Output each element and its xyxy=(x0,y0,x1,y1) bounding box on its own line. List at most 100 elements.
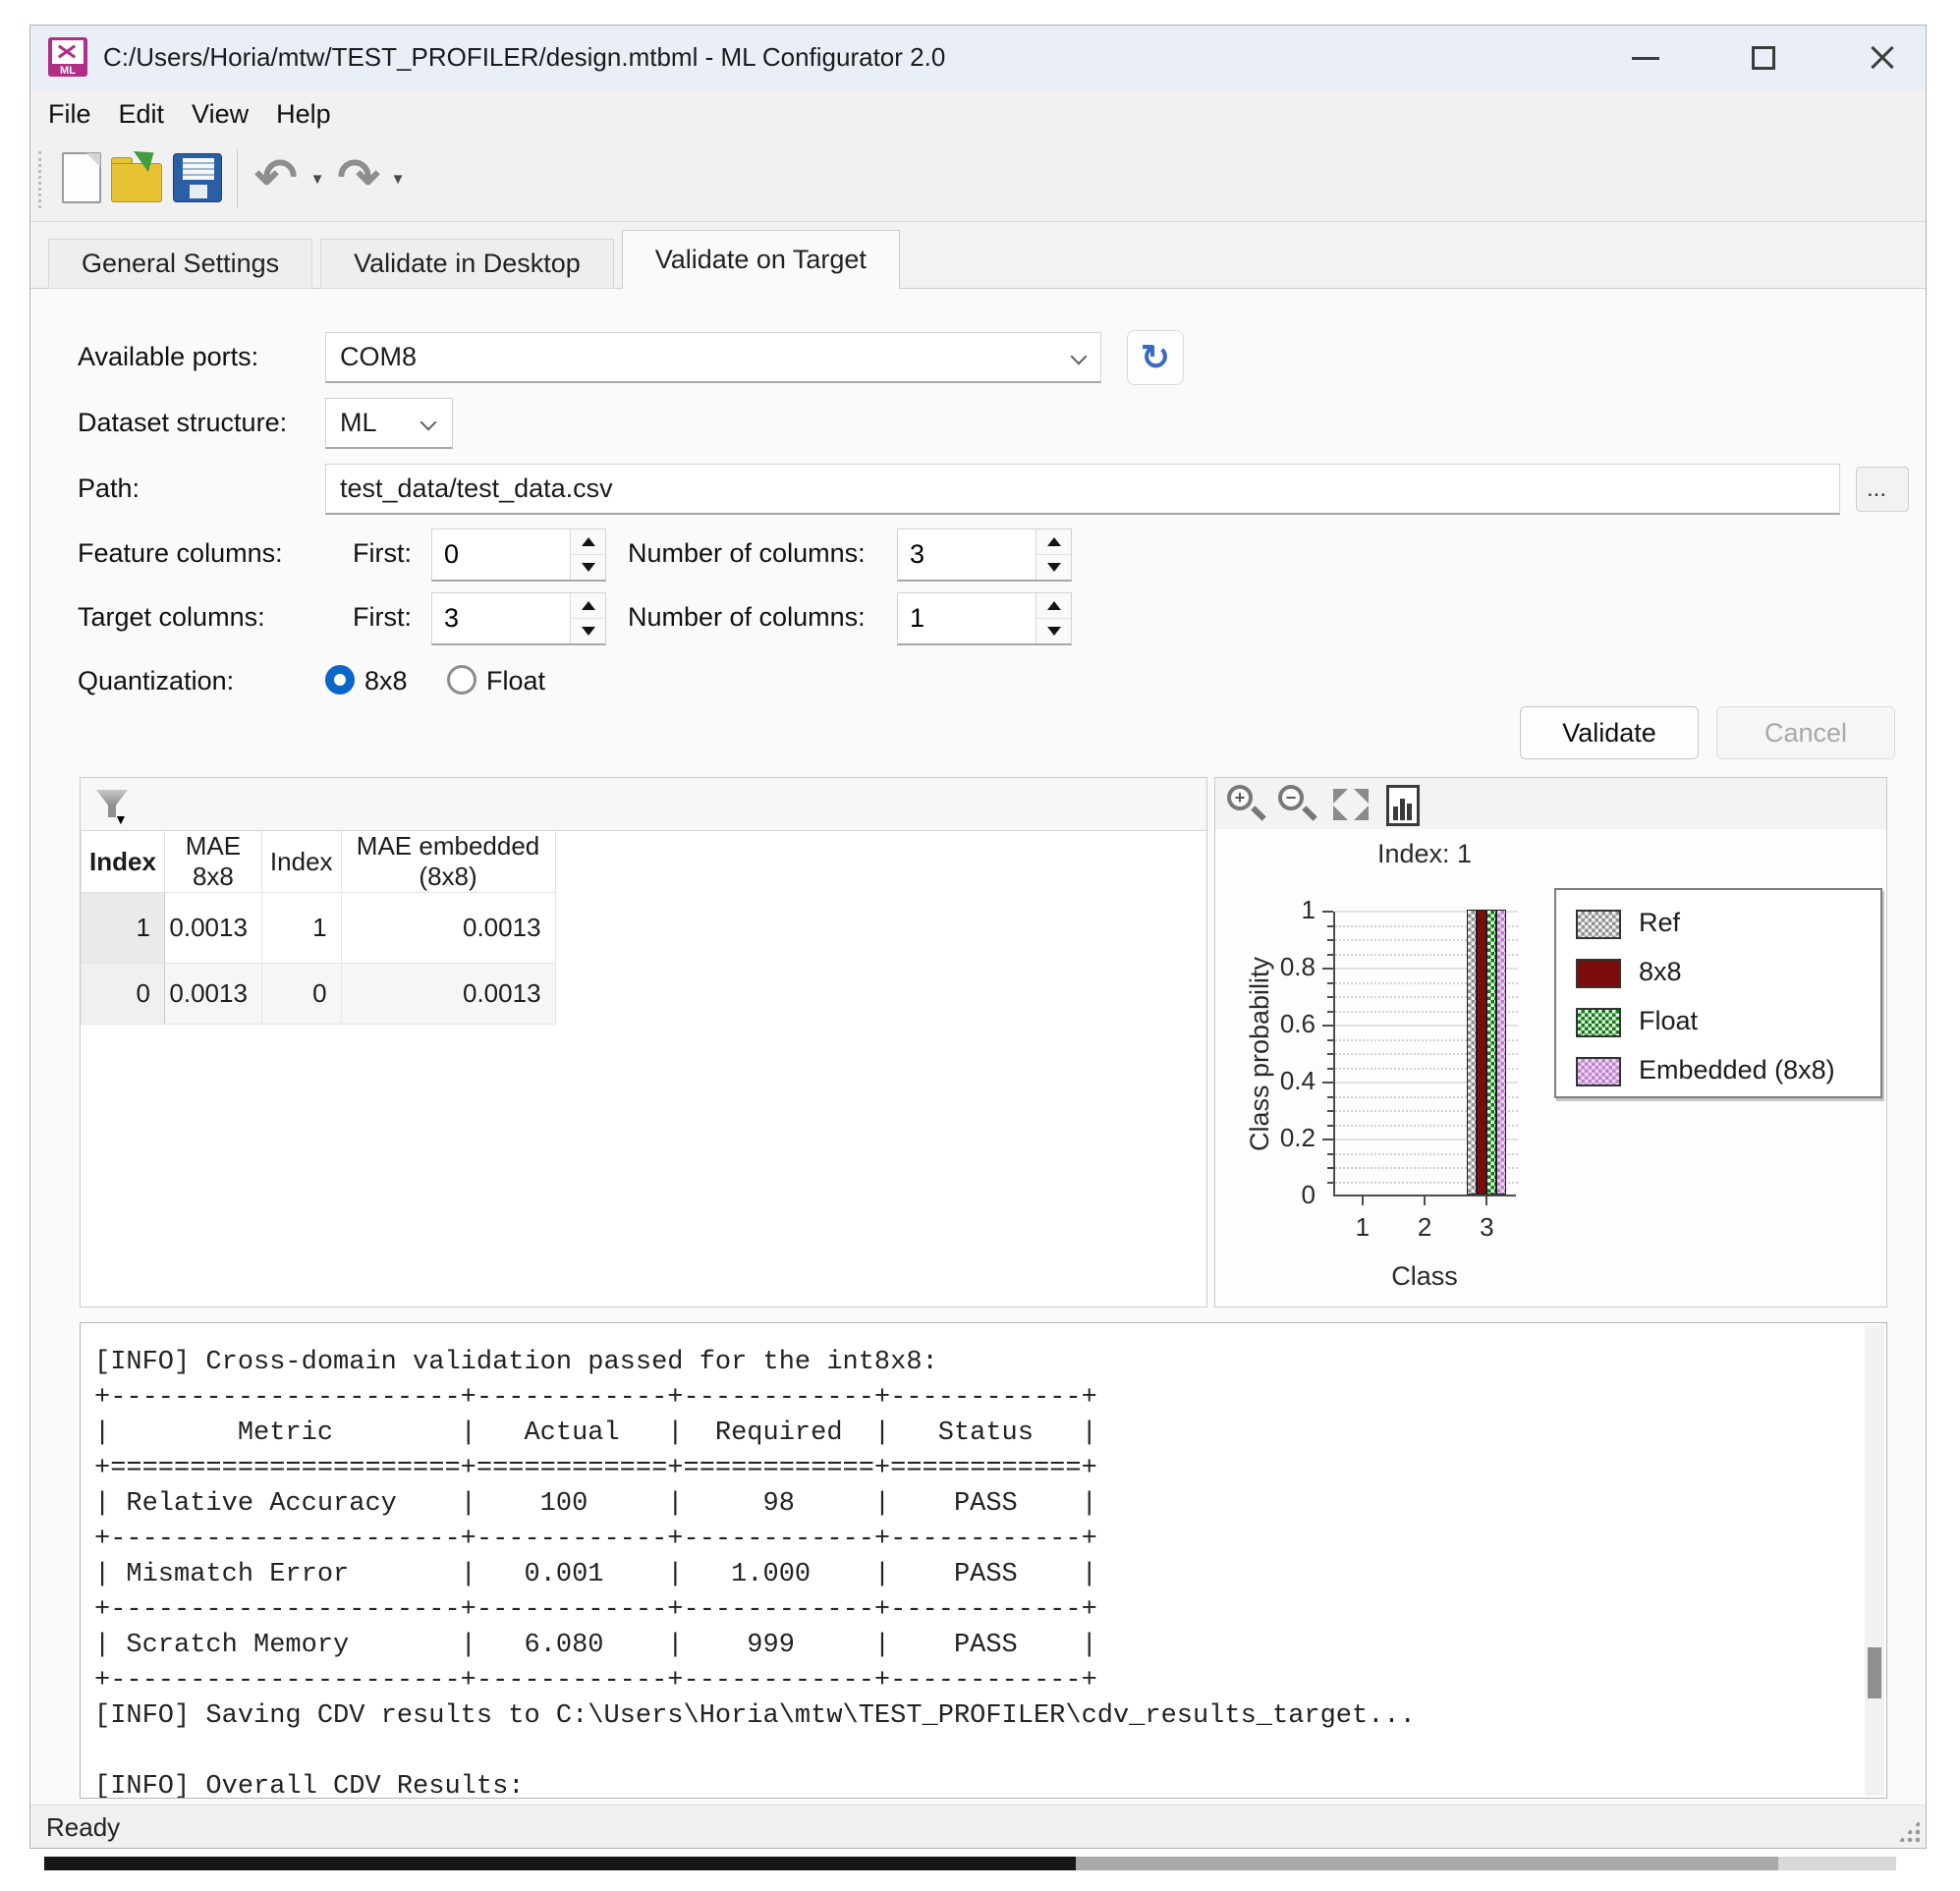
menu-view[interactable]: View xyxy=(178,99,262,130)
zoom-out-button[interactable]: − xyxy=(1276,783,1319,826)
cancel-button[interactable]: Cancel xyxy=(1716,706,1895,759)
table-row[interactable]: 00.001300.0013 xyxy=(82,964,556,1025)
validate-button[interactable]: Validate xyxy=(1520,706,1699,759)
log-scrollbar[interactable] xyxy=(1865,1325,1884,1796)
chart-legend: Ref8x8FloatEmbedded (8x8) xyxy=(1554,888,1882,1098)
path-input[interactable]: test_data/test_data.csv xyxy=(325,464,1840,515)
menu-help[interactable]: Help xyxy=(262,99,345,130)
y-tick-label: 0.4 xyxy=(1255,1066,1316,1096)
zoom-in-button[interactable]: + xyxy=(1225,783,1268,826)
tab-general-settings[interactable]: General Settings xyxy=(48,239,312,289)
tab-validate-in-desktop[interactable]: Validate in Desktop xyxy=(320,239,614,289)
menu-edit[interactable]: Edit xyxy=(105,99,179,130)
chevron-down-icon xyxy=(1071,349,1088,365)
spin-up-button[interactable] xyxy=(571,529,605,555)
new-file-button[interactable] xyxy=(60,149,105,210)
spin-down-button[interactable] xyxy=(571,555,605,581)
minimize-icon xyxy=(1632,57,1659,60)
table-cell[interactable]: 0.0013 xyxy=(164,893,261,964)
y-tick-minor xyxy=(1327,1167,1333,1169)
tab-strip: General SettingsValidate in DesktopValid… xyxy=(30,222,1926,1805)
minimize-button[interactable] xyxy=(1610,26,1681,90)
tab-validate-on-target[interactable]: Validate on Target xyxy=(622,230,900,289)
filter-dropdown-icon: ▼ xyxy=(114,811,128,827)
arrow-up-icon xyxy=(582,601,595,610)
spin-up-button[interactable] xyxy=(571,593,605,619)
spin-up-button[interactable] xyxy=(1036,593,1071,619)
browse-button[interactable]: ... xyxy=(1856,467,1909,512)
column-header[interactable]: Index xyxy=(261,831,341,893)
window-title: C:/Users/Horia/mtw/TEST_PROFILER/design.… xyxy=(103,42,945,73)
feature-first-spinner[interactable] xyxy=(431,528,606,582)
table-cell[interactable]: 1 xyxy=(261,893,341,964)
legend-swatch xyxy=(1576,910,1621,939)
fit-view-icon xyxy=(1333,806,1348,820)
target-count-spinner[interactable] xyxy=(897,592,1072,645)
y-tick-major xyxy=(1322,911,1333,913)
screen-edge xyxy=(1076,1857,1778,1870)
dataset-structure-combo[interactable]: ML xyxy=(325,398,453,449)
filter-button[interactable]: ▼ xyxy=(92,784,136,827)
spin-buttons xyxy=(1036,529,1071,580)
x-tick-label: 2 xyxy=(1400,1212,1449,1243)
menu-file[interactable]: File xyxy=(34,99,105,130)
toolbar-separator xyxy=(237,149,238,208)
y-tick-label: 0 xyxy=(1255,1180,1316,1210)
legend-item: Ref xyxy=(1556,900,1880,949)
table-cell[interactable]: 0.0013 xyxy=(341,893,555,964)
radio-float[interactable] xyxy=(447,665,476,695)
log-scrollbar-thumb[interactable] xyxy=(1868,1647,1881,1698)
undo-button[interactable]: ↶ xyxy=(249,149,304,210)
target-count-label: Number of columns: xyxy=(628,602,866,633)
feature-count-spinner[interactable] xyxy=(897,528,1072,582)
radio-8x8[interactable] xyxy=(325,665,355,695)
column-header[interactable]: MAE 8x8 xyxy=(164,831,261,893)
title-bar[interactable]: ML C:/Users/Horia/mtw/TEST_PROFILER/desi… xyxy=(30,26,1926,90)
available-ports-combo[interactable]: COM8 xyxy=(325,332,1101,383)
results-table-area: IndexMAE 8x8IndexMAE embedded (8x8)10.00… xyxy=(81,830,1206,1307)
legend-item: 8x8 xyxy=(1556,949,1880,998)
target-count-input[interactable] xyxy=(910,593,1034,643)
spin-down-button[interactable] xyxy=(571,619,605,644)
table-cell[interactable]: 0.0013 xyxy=(164,964,261,1025)
y-tick-major xyxy=(1322,1082,1333,1084)
x-tick-label: 1 xyxy=(1338,1212,1387,1243)
fit-view-button[interactable] xyxy=(1329,783,1372,826)
table-cell[interactable]: 0 xyxy=(261,964,341,1025)
spin-down-button[interactable] xyxy=(1036,619,1071,644)
radio-float-label: Float xyxy=(486,666,545,696)
table-cell[interactable]: 0 xyxy=(82,964,165,1025)
maximize-button[interactable] xyxy=(1728,26,1799,90)
spin-down-button[interactable] xyxy=(1036,555,1071,581)
app-icon-label: ML xyxy=(48,65,87,77)
save-button[interactable] xyxy=(172,149,223,210)
feature-columns-label: Feature columns: xyxy=(78,538,283,569)
close-button[interactable] xyxy=(1846,26,1917,90)
target-first-spinner[interactable] xyxy=(431,592,606,645)
resize-grip[interactable] xyxy=(1898,1820,1920,1842)
feature-first-input[interactable] xyxy=(444,529,568,580)
column-header[interactable]: Index xyxy=(82,831,165,893)
target-first-input[interactable] xyxy=(444,593,568,643)
fit-view-icon xyxy=(1354,806,1369,820)
table-row[interactable]: 10.001310.0013 xyxy=(82,893,556,964)
magnifier-handle xyxy=(1251,806,1266,821)
status-text: Ready xyxy=(46,1812,120,1843)
export-chart-button[interactable] xyxy=(1382,783,1426,826)
feature-count-input[interactable] xyxy=(910,529,1034,580)
table-cell[interactable]: 0.0013 xyxy=(341,964,555,1025)
open-file-button[interactable] xyxy=(109,149,164,210)
spin-up-button[interactable] xyxy=(1036,529,1071,555)
y-tick-label: 1 xyxy=(1255,895,1316,925)
toolbar-grip[interactable] xyxy=(38,151,41,208)
redo-button[interactable]: ↷ xyxy=(331,149,386,210)
bar-8x8 xyxy=(1477,910,1486,1195)
tab-content: Available ports: COM8 ↻ Dataset structur… xyxy=(30,288,1926,1805)
refresh-ports-button[interactable]: ↻ xyxy=(1127,330,1184,385)
quantization-label: Quantization: xyxy=(78,666,234,696)
column-header[interactable]: MAE embedded (8x8) xyxy=(341,831,555,893)
legend-label: Float xyxy=(1639,1006,1698,1036)
open-folder-icon xyxy=(111,163,162,202)
legend-label: Ref xyxy=(1639,908,1680,938)
table-cell[interactable]: 1 xyxy=(82,893,165,964)
